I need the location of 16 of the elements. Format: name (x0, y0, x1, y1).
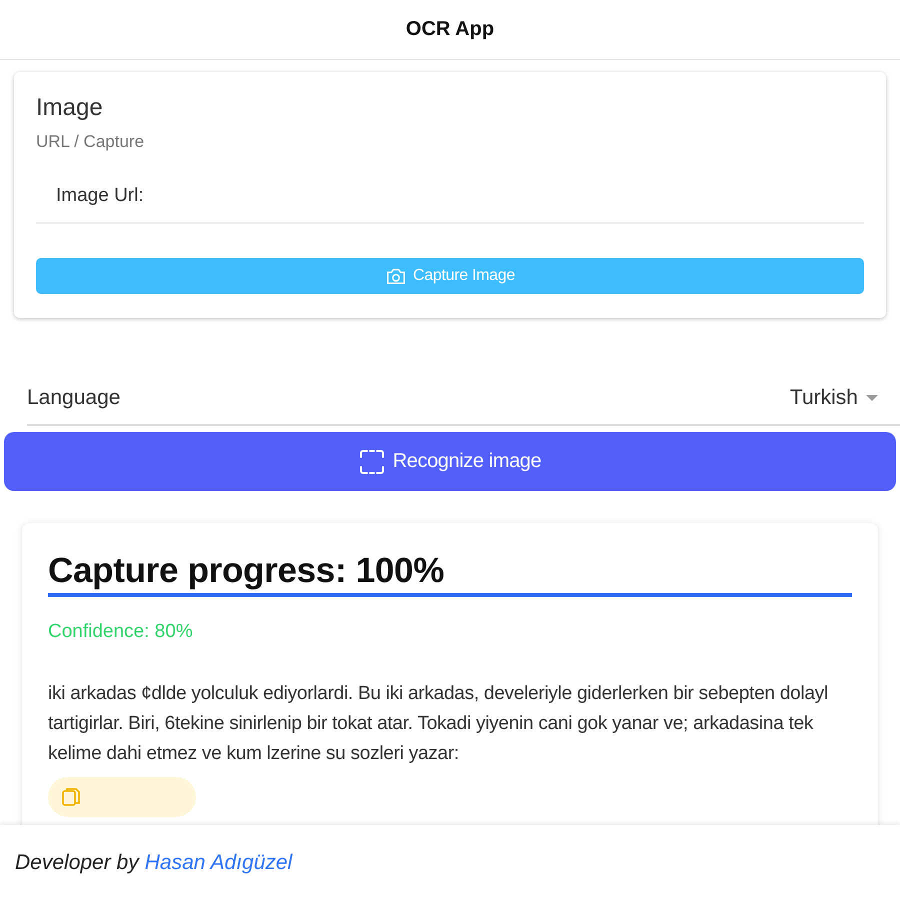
copy-icon (60, 786, 82, 808)
developer-credit: Developer by (15, 850, 139, 874)
confidence-text: Confidence: 80% (48, 621, 193, 643)
card-title: Image (36, 94, 103, 122)
image-url-field[interactable]: Image Url: (36, 170, 864, 224)
developer-link[interactable]: Hasan Adıgüzel (144, 850, 292, 874)
language-label: Language (27, 386, 120, 410)
card-subtitle: URL / Capture (36, 132, 144, 152)
language-select[interactable]: Turkish (790, 386, 878, 410)
progress-heading: Capture progress: 100% (48, 551, 444, 591)
recognize-image-button[interactable]: Recognize image (4, 432, 896, 491)
recognized-text: iki arkadas ¢dlde yolculuk ediyorlardi. Bu iki arkadas, develeriyle giderlerken bir sebepten dolayl tartigirlar. Biri, 6tekine sinirlenip bir tokat atar. Tokadi yiyenin cani gok yanar ve; arkadasina tek kelime dahi etmez ve kum lzerine su sozleri yazar: (48, 682, 830, 766)
copy-text-button[interactable] (48, 777, 196, 817)
scan-frame-icon (358, 448, 385, 474)
app-title: OCR App (406, 18, 494, 41)
camera-icon (385, 266, 408, 286)
